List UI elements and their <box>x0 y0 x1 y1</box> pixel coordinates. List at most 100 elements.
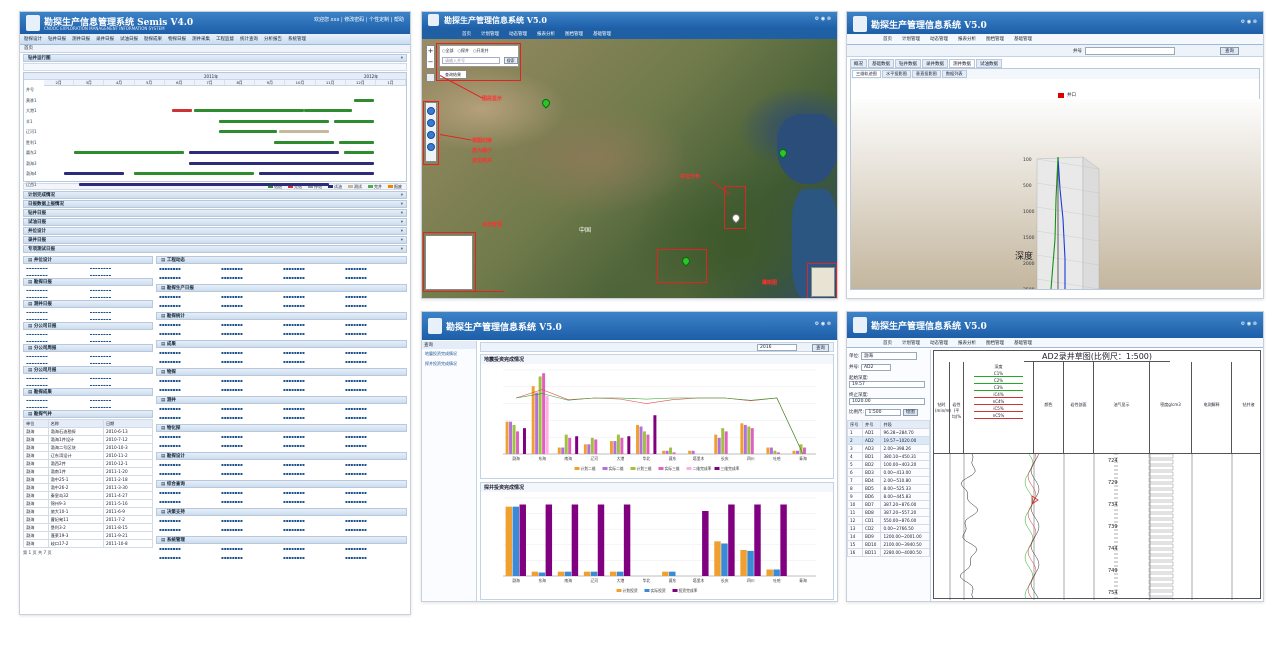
bar[interactable] <box>583 444 587 454</box>
group-link[interactable]: ▪▪▪▪▪▪▪▪ <box>345 350 404 358</box>
group-link[interactable]: ▪▪▪▪▪▪▪▪ <box>90 266 151 269</box>
group-link[interactable]: ▪▪▪▪▪▪▪▪ <box>283 471 342 479</box>
group-header[interactable]: ▤ 勘探设计 <box>156 452 407 460</box>
bar[interactable] <box>714 541 721 576</box>
group-link[interactable]: ▪▪▪▪▪▪▪▪ <box>283 378 342 386</box>
nav-item-0[interactable]: 首页 <box>462 31 471 37</box>
group-link[interactable]: ▪▪▪▪▪▪▪▪ <box>26 405 87 408</box>
bar[interactable] <box>636 424 640 454</box>
bar[interactable] <box>627 436 631 454</box>
group-link[interactable]: ▪▪▪▪▪▪▪▪ <box>159 462 218 470</box>
table-row[interactable]: 渤海 渤中26-2 2011-3-30 <box>23 483 154 492</box>
group-link[interactable]: ▪▪▪▪▪▪▪▪ <box>26 358 87 361</box>
list-row[interactable]: 9 BD6 8.00~445.83 <box>847 492 930 501</box>
group-link[interactable]: ▪▪▪▪▪▪▪▪ <box>283 350 342 358</box>
expand-icon[interactable]: ▾ <box>401 246 403 253</box>
bar[interactable] <box>669 571 676 576</box>
bar[interactable] <box>721 543 728 577</box>
list-header[interactable]: 序号 <box>847 420 864 429</box>
list-row[interactable]: 7 BD4 2.00~510.80 <box>847 476 930 485</box>
bar[interactable] <box>522 428 526 454</box>
list-header[interactable]: 井号 <box>862 420 882 429</box>
section-header[interactable]: 井位设计 ▾ <box>23 227 407 235</box>
gantt-bar[interactable] <box>274 140 334 144</box>
group-header[interactable]: ▤ 物化探 <box>156 424 407 432</box>
bar[interactable] <box>620 437 624 454</box>
list-row[interactable]: 6 BD3 0.00~413.00 <box>847 468 930 477</box>
bar[interactable] <box>609 441 613 454</box>
group-link[interactable]: ▪▪▪▪▪▪▪▪ <box>26 376 87 379</box>
bar[interactable] <box>587 444 591 454</box>
bar[interactable] <box>780 504 787 577</box>
group-link[interactable]: ▪▪▪▪▪▪▪▪ <box>159 546 218 554</box>
expand-icon[interactable]: ▾ <box>401 201 403 208</box>
group-link[interactable]: ▪▪▪▪▪▪▪▪ <box>345 527 404 535</box>
group-link[interactable]: ▪▪▪▪▪▪▪▪ <box>90 292 151 295</box>
group-link[interactable]: ▪▪▪▪▪▪▪▪ <box>345 490 404 498</box>
bar[interactable] <box>545 395 549 454</box>
group-link[interactable]: ▪▪▪▪▪▪▪▪ <box>283 387 342 395</box>
nav-item-5[interactable]: 基础管理 <box>1014 36 1032 42</box>
mud-log-chart[interactable]: AD2录井草图(比例尺：1:500) 钻时(min/m) 岩性(平均)% 深度 C1%… <box>933 350 1261 600</box>
list-row[interactable]: 10 BD7 387.20~876.00 <box>847 500 930 509</box>
group-link[interactable]: ▪▪▪▪▪▪▪▪ <box>221 499 280 507</box>
chart-subtab-2[interactable]: 垂直投影图 <box>911 70 941 78</box>
nav-item-1[interactable]: 计划管理 <box>902 340 920 346</box>
group-link[interactable]: ▪▪▪▪▪▪▪▪ <box>159 350 218 358</box>
group-link[interactable]: ▪▪▪▪▪▪▪▪ <box>221 322 280 330</box>
group-link[interactable]: ▪▪▪▪▪▪▪▪ <box>90 295 151 298</box>
group-header[interactable]: ▤ 分公司月报 <box>23 366 153 374</box>
list-row[interactable]: 13 CD2 0.00~2766.50 <box>847 524 930 533</box>
group-link[interactable]: ▪▪▪▪▪▪▪▪ <box>90 383 151 386</box>
group-link[interactable]: ▪▪▪▪▪▪▪▪ <box>159 499 218 507</box>
bar[interactable] <box>688 450 692 454</box>
table-row[interactable]: 渤海 渤海二号区块 2010-10-3 <box>23 443 154 452</box>
data-tab-5[interactable]: 试油数据 <box>976 59 1002 68</box>
gantt-bar[interactable] <box>354 98 374 102</box>
group-link[interactable]: ▪▪▪▪▪▪▪▪ <box>221 462 280 470</box>
group-link[interactable]: ▪▪▪▪▪▪▪▪ <box>159 378 218 386</box>
bar[interactable] <box>776 452 780 454</box>
group-link[interactable]: ▪▪▪▪▪▪▪▪ <box>345 266 404 274</box>
nav-item-4[interactable]: 图档管理 <box>986 340 1004 346</box>
group-link[interactable]: ▪▪▪▪▪▪▪▪ <box>283 527 342 535</box>
bar[interactable] <box>609 571 617 576</box>
nav-item-11[interactable]: 系统管理 <box>288 36 306 42</box>
bar[interactable] <box>519 504 526 577</box>
table-row[interactable]: 渤海 蓬莱19-3 2011-9-21 <box>23 531 154 540</box>
group-header[interactable]: ▤ 分公司周报 <box>23 344 153 352</box>
group-link[interactable]: ▪▪▪▪▪▪▪▪ <box>221 331 280 339</box>
gantt-bar[interactable] <box>79 182 329 186</box>
bar[interactable] <box>653 415 657 454</box>
bar[interactable] <box>538 572 546 576</box>
group-link[interactable]: ▪▪▪▪▪▪▪▪ <box>159 434 218 442</box>
bar[interactable] <box>512 506 520 576</box>
tab-home[interactable]: 首页 <box>20 45 410 53</box>
group-link[interactable]: ▪▪▪▪▪▪▪▪ <box>26 266 87 269</box>
tree-item-seismic[interactable]: 地震投资完成情况 <box>422 349 476 359</box>
bar[interactable] <box>616 571 624 576</box>
bar[interactable] <box>724 431 728 454</box>
group-link[interactable]: ▪▪▪▪▪▪▪▪ <box>345 387 404 395</box>
list-row[interactable]: 5 BD2 100.00~403.20 <box>847 460 930 469</box>
group-link[interactable]: ▪▪▪▪▪▪▪▪ <box>221 275 280 283</box>
bar[interactable] <box>557 447 561 454</box>
gantt-bar[interactable] <box>64 172 124 175</box>
nav-item-2[interactable]: 动态管理 <box>930 36 948 42</box>
group-link[interactable]: ▪▪▪▪▪▪▪▪ <box>90 405 151 408</box>
group-link[interactable]: ▪▪▪▪▪▪▪▪ <box>221 359 280 367</box>
group-link[interactable]: ▪▪▪▪▪▪▪▪ <box>26 398 87 401</box>
group-link[interactable]: ▪▪▪▪▪▪▪▪ <box>90 380 151 383</box>
bar[interactable] <box>505 421 509 454</box>
group-link[interactable]: ▪▪▪▪▪▪▪▪ <box>90 270 151 273</box>
nav-item-8[interactable]: 工程监督 <box>216 36 234 42</box>
list-row[interactable]: 1 AD1 96.28~284.70 <box>847 428 930 437</box>
group-header[interactable]: ▤ 综合查询 <box>156 480 407 488</box>
gantt-bar[interactable] <box>339 140 374 144</box>
bar[interactable] <box>590 571 598 576</box>
year-select[interactable]: 2016 <box>757 344 797 351</box>
nav-item-5[interactable]: 勘探成果 <box>144 36 162 42</box>
group-header[interactable]: ▤ 系统管理 <box>156 536 407 544</box>
group-link[interactable]: ▪▪▪▪▪▪▪▪ <box>90 336 151 339</box>
group-link[interactable]: ▪▪▪▪▪▪▪▪ <box>221 350 280 358</box>
